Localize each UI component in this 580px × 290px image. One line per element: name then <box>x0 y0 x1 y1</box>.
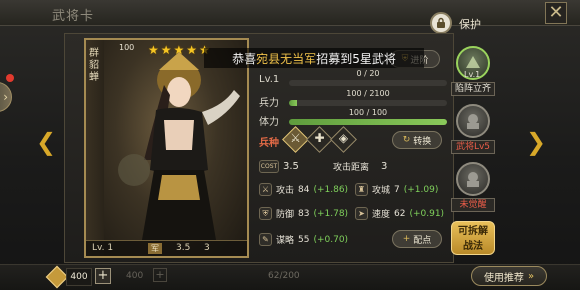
lock-icon <box>437 17 445 28</box>
speed-bonus: (+0.91) <box>409 208 445 219</box>
plus-icon: + <box>155 268 165 281</box>
add-points-label: 配点 <box>413 235 432 246</box>
troops-label: 兵力 <box>259 98 279 109</box>
siege-bonus: (+1.09) <box>403 184 439 195</box>
general-card[interactable]: 群 貂蝉 100 ★★★★★ Lv. 1 军 3.5 3 <box>84 38 249 258</box>
attack-range-stat: 攻击距离 3 <box>333 160 387 173</box>
attack-value: 84 <box>298 184 310 195</box>
scroll-icon: ✎ <box>259 233 272 246</box>
archer-icon: ◈ <box>338 131 349 145</box>
dismantle-line-2: 战法 <box>463 241 483 252</box>
skill-slot-1-level: Lv.1 <box>464 70 481 79</box>
siege-value: 7 <box>394 184 400 195</box>
double-chevron-icon: » <box>527 270 535 282</box>
strategy-stat: ✎ 谋略 55 (+0.70) <box>259 233 348 246</box>
cavalry-icon: ⚔ <box>290 131 301 145</box>
refresh-icon: ↻ <box>402 135 411 145</box>
cost-value: 3.5 <box>283 161 299 172</box>
defense-label: 防御 <box>276 210 295 220</box>
range-value: 3 <box>381 161 388 172</box>
skill-slot-2[interactable] <box>456 104 490 138</box>
attack-label: 攻击 <box>276 186 295 196</box>
secondary-resource-value: 400 <box>126 271 144 281</box>
add-secondary-resource-button[interactable]: + <box>153 268 167 282</box>
speed-label: 速度 <box>372 210 391 220</box>
skill-slot-3[interactable] <box>456 162 490 196</box>
troops-bar <box>289 100 447 106</box>
castle-icon: ♜ <box>355 183 368 196</box>
siege-stat: ♜ 攻城 7 (+1.09) <box>355 183 438 196</box>
stamina-label: 体力 <box>259 117 279 128</box>
range-label: 攻击距离 <box>333 163 370 173</box>
troops-bar-fill <box>289 100 297 106</box>
dismantle-line-1: 可拆解 <box>458 226 488 237</box>
next-general-button[interactable]: ❯ <box>526 128 546 156</box>
strategy-value: 55 <box>298 234 310 245</box>
shield-icon: ⛨ <box>259 207 272 220</box>
speed-stat: ➤ 速度 62 (+0.91) <box>355 207 444 220</box>
close-button[interactable]: ✕ <box>545 2 567 24</box>
chevron-right-icon: › <box>3 90 8 104</box>
add-resource-button[interactable]: + <box>95 268 111 284</box>
prev-general-button[interactable]: ❮ <box>36 128 56 156</box>
resource-value: 400 <box>66 268 92 286</box>
stamina-bar <box>289 119 447 125</box>
card-chip: 军 <box>148 243 162 254</box>
card-level: Lv. 1 <box>92 243 114 253</box>
troop-type-label: 兵种 <box>259 138 279 149</box>
stamina-bar-fill <box>289 119 447 125</box>
skill-slot-1-name: 陷阵立齐 <box>451 82 495 96</box>
siege-label: 攻城 <box>372 186 391 196</box>
stamina-text: 100 / 100 <box>348 108 388 117</box>
sword-icon: ⚔ <box>259 183 272 196</box>
infantry-icon: ✚ <box>314 131 325 145</box>
toast-prefix: 恭喜 <box>232 51 257 66</box>
card-stat-b: 3 <box>204 243 210 253</box>
card-stat-a: 3.5 <box>176 243 191 253</box>
switch-troop-button[interactable]: ↻ 转换 <box>392 131 442 149</box>
recommend-label: 使用推荐 <box>483 272 524 284</box>
card-footer: Lv. 1 军 3.5 3 <box>86 240 247 256</box>
exp-text: 0 / 20 <box>356 69 380 78</box>
title-bar: 武将卡 <box>0 0 580 26</box>
plus-icon: + <box>97 268 109 283</box>
troops-text: 100 / 2100 <box>346 89 390 98</box>
cost-icon: COST <box>259 160 279 173</box>
toast-highlight: 宛县无当军 <box>256 51 317 66</box>
add-points-button[interactable]: + 配点 <box>392 230 442 248</box>
general-portrait <box>118 52 240 240</box>
use-recommendation-button[interactable]: 使用推荐 » <box>471 266 547 286</box>
defense-stat: ⛨ 防御 83 (+1.78) <box>259 207 348 220</box>
level-label: Lv.1 <box>259 74 280 85</box>
cost-stat: COST 3.5 <box>259 160 299 173</box>
faction-badge: 群 <box>89 48 99 59</box>
chevron-left-icon: ❮ <box>36 128 57 156</box>
skill-slot-2-requirement: 武将Lv5 <box>451 140 495 154</box>
close-icon: ✕ <box>548 2 564 23</box>
attack-stat: ⚔ 攻击 84 (+1.86) <box>259 183 348 196</box>
defense-value: 83 <box>298 208 310 219</box>
strategy-bonus: (+0.70) <box>313 234 349 245</box>
protect-label: 保护 <box>459 18 481 31</box>
recruit-toast: 恭喜 宛县无当军 招募到5星武将 <box>204 48 424 68</box>
boot-icon: ➤ <box>355 207 368 220</box>
toast-suffix: 招募到5星武将 <box>316 51 396 66</box>
speed-value: 62 <box>394 208 406 219</box>
skill-slot-3-requirement: 未觉醒 <box>451 198 495 212</box>
chevron-right-icon: ❯ <box>526 128 547 156</box>
notification-dot <box>6 74 14 82</box>
window-title: 武将卡 <box>52 9 95 24</box>
protect-toggle[interactable] <box>430 12 452 34</box>
exp-bar <box>289 80 447 86</box>
locked-tactic-icon <box>467 114 479 129</box>
switch-label: 转换 <box>413 136 432 147</box>
strategy-label: 谋略 <box>276 236 295 246</box>
defense-bonus: (+1.78) <box>313 208 349 219</box>
attack-bonus: (+1.86) <box>313 184 349 195</box>
general-name: 貂蝉 <box>89 60 99 83</box>
plus-icon: + <box>402 234 411 244</box>
awaken-tactic-icon <box>467 172 479 187</box>
roster-count: 62/200 <box>268 271 300 281</box>
dismantle-tactic-button[interactable]: 可拆解 战法 <box>451 221 495 255</box>
